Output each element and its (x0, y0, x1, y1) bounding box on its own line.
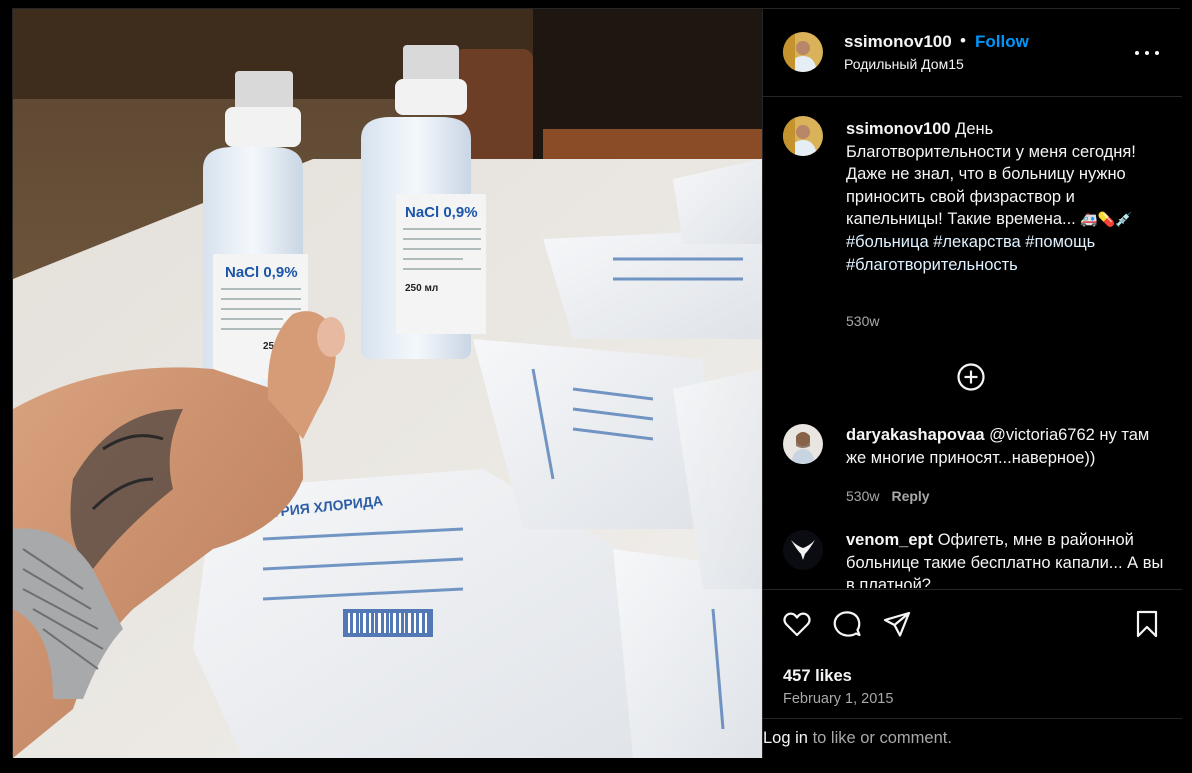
post-photo: НАТРИЯ ХЛОРИДА NaCl 0,9% 250 мл (13, 9, 762, 758)
caption-avatar[interactable] (783, 116, 823, 156)
hashtag[interactable]: #благотворительность (846, 256, 1018, 274)
hashtag[interactable]: #лекарства (933, 233, 1020, 251)
hashtag[interactable]: #больница (846, 233, 929, 251)
comment-avatar[interactable] (783, 424, 823, 464)
avatar-image (783, 424, 823, 464)
bottle-label-2: NaCl 0,9% (405, 204, 478, 221)
comment-icon-svg (833, 611, 861, 637)
separator-dot: • (960, 31, 966, 50)
post-dialog: НАТРИЯ ХЛОРИДА NaCl 0,9% 250 мл (12, 8, 1182, 758)
comments-list[interactable]: ssimonov100 День Благотворительности у м… (763, 98, 1182, 588)
avatar-image (783, 530, 823, 570)
comment-meta: 530w Reply (846, 488, 930, 504)
caption-timestamp[interactable]: 530w (846, 313, 879, 329)
hashtag[interactable]: #помощь (1025, 233, 1095, 251)
avatar-image (783, 32, 823, 72)
login-link[interactable]: Log in (763, 729, 808, 747)
post-side-panel: ssimonov100 • Follow Родильный Дом15 ssi… (762, 9, 1182, 758)
post-image: НАТРИЯ ХЛОРИДА NaCl 0,9% 250 мл (13, 9, 762, 758)
login-rest-text: to like or comment. (812, 729, 952, 747)
heart-icon[interactable] (781, 608, 813, 640)
caption-username[interactable]: ssimonov100 (846, 120, 951, 138)
comment-avatar[interactable] (783, 530, 823, 570)
post-location[interactable]: Родильный Дом15 (844, 56, 964, 72)
comment-text: venom_ept Офигеть, мне в районной больни… (846, 529, 1166, 588)
heart-icon-svg (783, 612, 811, 637)
likes-count[interactable]: 457 likes (783, 667, 852, 686)
avatar-image (783, 116, 823, 156)
bottle-label-1: NaCl 0,9% (225, 264, 298, 281)
comment-text: daryakashapovaa @victoria6762 ну там же … (846, 424, 1166, 469)
bottle-volume-2: 250 мл (405, 283, 438, 294)
share-icon-svg (883, 611, 911, 637)
post-header: ssimonov100 • Follow Родильный Дом15 (763, 9, 1182, 97)
post-actions: 457 likes February 1, 2015 (763, 589, 1182, 719)
plus-circle-icon (957, 363, 985, 391)
more-options-icon[interactable] (1133, 43, 1161, 63)
reply-button[interactable]: Reply (891, 488, 929, 504)
load-more-comments-icon[interactable] (956, 362, 986, 392)
comment-username[interactable]: venom_ept (846, 531, 933, 549)
post-date[interactable]: February 1, 2015 (783, 691, 893, 707)
comment-timestamp[interactable]: 530w (846, 488, 879, 504)
caption-emojis: 🚑💊💉 (1080, 211, 1133, 228)
comment-icon[interactable] (831, 608, 863, 640)
comment-username[interactable]: daryakashapovaa (846, 426, 985, 444)
bookmark-icon-svg (1136, 610, 1158, 638)
caption-text: ssimonov100 День Благотворительности у м… (846, 118, 1156, 276)
author-avatar[interactable] (783, 32, 823, 72)
author-username[interactable]: ssimonov100 (844, 32, 952, 52)
login-prompt: Log in to like or comment. (763, 718, 1182, 758)
follow-button[interactable]: Follow (975, 32, 1029, 52)
share-icon[interactable] (881, 608, 913, 640)
bookmark-icon[interactable] (1131, 608, 1163, 640)
